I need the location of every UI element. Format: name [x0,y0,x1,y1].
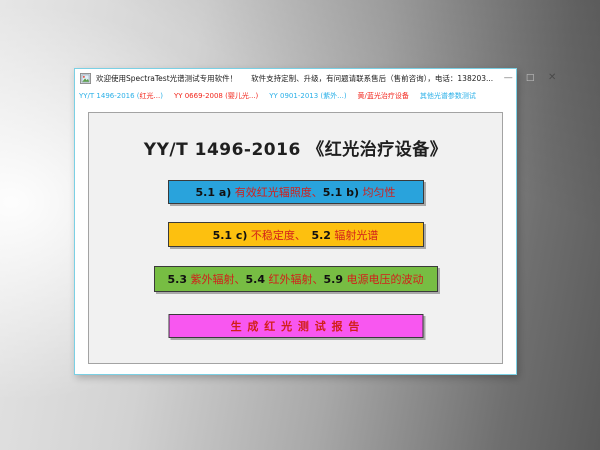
maximize-button[interactable]: □ [519,69,541,87]
tab-bar: YY/T 1496-2016 (红光...) YY 0669-2008 (婴儿光… [75,87,516,105]
window-subtitle: 软件支持定制、升级，有问题请联系售后（售前咨询），电话：138203... [251,73,493,84]
button-label-part: 5.1 c) [213,229,248,242]
button-label-part: 红外辐射、 [265,273,324,286]
desktop-background: 欢迎使用SpectraTest光谱测试专用软件！ 软件支持定制、升级，有问题请联… [0,0,600,450]
button-effective-irradiance-uniformity[interactable]: 5.1 a) 有效红光辐照度、5.1 b) 均匀性 [168,180,424,204]
tab-label: 其他光谱参数测试 [420,92,476,100]
tab-yy-0901-2013-ultraviolet[interactable]: YY 0901-2013 (紫外...) [269,91,346,101]
button-label-part: 5.1 b) [323,186,359,199]
button-label-part: 5.9 [324,273,344,286]
tab-yellow-blue-light-device[interactable]: 黄/蓝光治疗设备 [358,91,409,101]
window-title: 欢迎使用SpectraTest光谱测试专用软件！ [96,73,237,84]
button-instability-radiation-spectrum[interactable]: 5.1 c) 不稳定度、 5.2 辐射光谱 [168,222,424,247]
tab-label: YY 0901-2013 (紫外...) [269,92,346,100]
titlebar: 欢迎使用SpectraTest光谱测试专用软件！ 软件支持定制、升级，有问题请联… [75,69,516,87]
app-window: 欢迎使用SpectraTest光谱测试专用软件！ 软件支持定制、升级，有问题请联… [74,68,517,375]
button-label-part: 有效红光辐照度、 [231,186,323,199]
tab-label-part: YY/T 1496-2016 ( [79,92,140,100]
button-label-part: 生 成 红 光 测 试 报 告 [231,320,361,333]
tab-label: 黄/蓝光治疗设备 [358,92,409,100]
button-label-part: 紫外辐射、 [187,273,246,286]
button-label-part: 5.3 [168,273,188,286]
tab-label: YY 0669-2008 (婴儿光...) [174,92,258,100]
button-label-part: 不稳定度、 [247,229,311,242]
tab-other-spectral-params[interactable]: 其他光谱参数测试 [420,91,476,101]
minimize-button[interactable]: — [497,69,519,87]
app-icon [80,73,91,84]
button-label-part: 辐射光谱 [331,229,379,242]
button-label-part: 电源电压的波动 [343,273,424,286]
tab-yyt-1496-2016-red-light[interactable]: YY/T 1496-2016 (红光...) [79,91,163,101]
button-label-part: 5.4 [246,273,266,286]
button-generate-red-light-report[interactable]: 生 成 红 光 测 试 报 告 [168,314,423,338]
main-panel: YY/T 1496-2016 《红光治疗设备》 5.1 a) 有效红光辐照度、5… [88,112,503,364]
window-content: YY/T 1496-2016 《红光治疗设备》 5.1 a) 有效红光辐照度、5… [75,105,516,374]
tab-label-part: 红光... [140,92,161,100]
button-label-part: 5.1 a) [196,186,232,199]
button-label-part: 均匀性 [359,186,396,199]
button-uv-ir-voltage-fluctuation[interactable]: 5.3 紫外辐射、5.4 红外辐射、5.9 电源电压的波动 [154,266,438,292]
button-label-part: 5.2 [311,229,331,242]
page-title: YY/T 1496-2016 《红光治疗设备》 [89,135,502,160]
tab-label-part: ) [160,92,163,100]
tab-yy-0669-2008-infant-light[interactable]: YY 0669-2008 (婴儿光...) [174,91,258,101]
close-button[interactable]: ✕ [541,69,563,87]
